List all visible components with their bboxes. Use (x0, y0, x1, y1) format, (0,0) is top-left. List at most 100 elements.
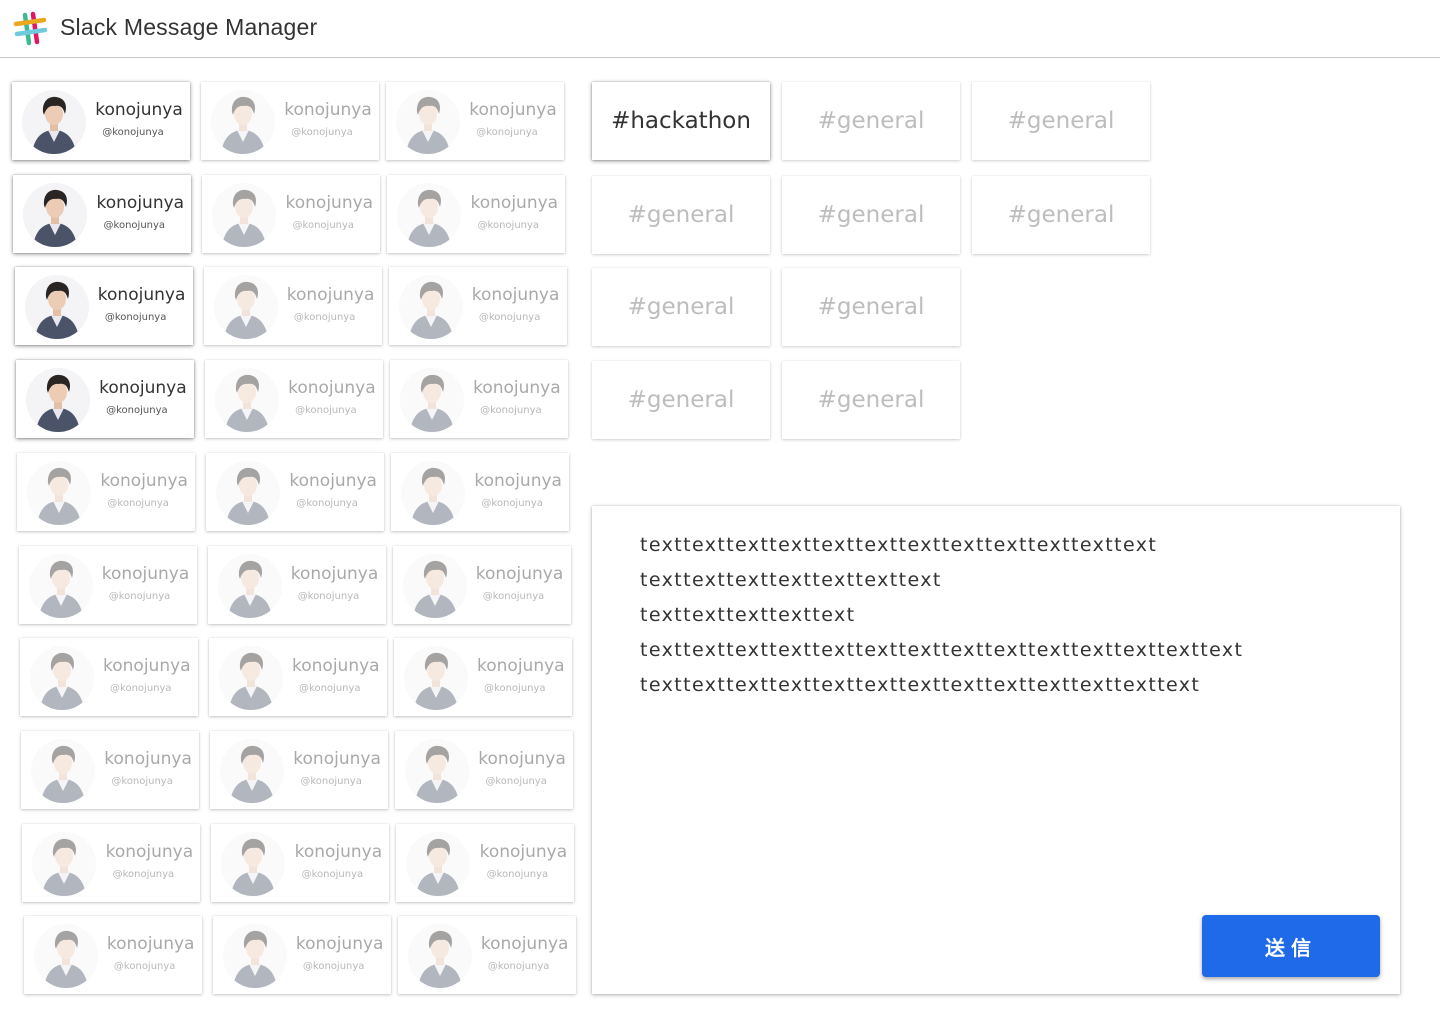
user-name: konojunya (105, 841, 194, 862)
user-card[interactable]: konojunya @konojunya (392, 545, 571, 624)
user-card[interactable]: konojunya @konojunya (396, 823, 575, 902)
user-handle: @konojunya (480, 405, 542, 417)
user-handle: @konojunya (296, 497, 358, 509)
user-name: konojunya (288, 378, 376, 399)
user-card[interactable]: konojunya @konojunya (207, 545, 386, 624)
user-name: konojunya (293, 748, 381, 769)
user-handle: @konojunya (293, 312, 356, 324)
user-handle: @konojunya (292, 219, 355, 231)
user-card[interactable]: konojunya @konojunya (21, 730, 200, 809)
user-card[interactable]: konojunya @konojunya (202, 174, 381, 253)
channel-card[interactable]: #general (782, 268, 960, 346)
avatar (22, 90, 86, 154)
user-name: konojunya (290, 563, 379, 584)
user-handle: @konojunya (297, 590, 360, 602)
user-name: konojunya (289, 470, 377, 491)
user-name: konojunya (295, 934, 384, 955)
user-card[interactable]: konojunya @konojunya (203, 267, 382, 346)
user-handle: @konojunya (108, 590, 171, 602)
user-card[interactable]: konojunya @konojunya (389, 360, 568, 439)
message-input[interactable]: texttexttexttexttexttexttexttexttexttext… (640, 528, 1370, 703)
avatar (407, 924, 472, 989)
channel-card[interactable]: #general (592, 268, 770, 346)
user-card[interactable]: konojunya @konojunya (391, 452, 570, 531)
user-card[interactable]: konojunya @konojunya (397, 916, 576, 995)
user-card[interactable]: konojunya @konojunya (19, 638, 198, 717)
channel-card[interactable]: #general (782, 176, 960, 254)
user-card[interactable]: konojunya @konojunya (210, 730, 389, 809)
user-card[interactable]: konojunya @konojunya (204, 360, 383, 439)
channel-card[interactable]: #general (972, 82, 1150, 160)
channel-card[interactable]: #general (782, 82, 960, 160)
user-card[interactable]: konojunya @konojunya (18, 545, 197, 624)
avatar (216, 460, 281, 525)
user-name: konojunya (479, 841, 568, 862)
user-card[interactable]: konojunya @konojunya (393, 638, 572, 717)
user-name: konojunya (292, 656, 380, 677)
avatar (401, 460, 466, 525)
user-handle: @konojunya (481, 497, 543, 509)
user-name: konojunya (475, 563, 564, 584)
slack-logo-icon (13, 11, 48, 46)
user-name: konojunya (469, 100, 557, 120)
user-name: konojunya (99, 378, 187, 399)
avatar (402, 553, 467, 618)
user-name: konojunya (101, 563, 190, 584)
avatar (212, 182, 277, 247)
user-name: konojunya (103, 656, 191, 677)
user-name: konojunya (474, 470, 562, 491)
send-button[interactable]: 送信 (1202, 915, 1380, 977)
user-card[interactable]: konojunya @konojunya (208, 638, 387, 717)
user-handle: @konojunya (110, 683, 172, 695)
user-card[interactable]: konojunya @konojunya (13, 174, 192, 253)
user-name: konojunya (294, 841, 383, 862)
user-handle: @konojunya (104, 312, 167, 324)
user-name: konojunya (285, 192, 374, 213)
user-card[interactable]: konojunya @konojunya (388, 267, 567, 346)
avatar (403, 646, 468, 711)
user-card[interactable]: konojunya @konojunya (15, 360, 194, 439)
user-card[interactable]: konojunya @konojunya (12, 82, 190, 160)
user-handle: @konojunya (107, 497, 169, 509)
user-handle: @konojunya (487, 961, 550, 973)
user-card[interactable]: konojunya @konojunya (206, 452, 385, 531)
user-name: konojunya (471, 285, 560, 306)
user-card[interactable]: konojunya @konojunya (211, 823, 390, 902)
avatar (32, 831, 97, 896)
avatar (399, 368, 464, 433)
user-card[interactable]: konojunya @konojunya (201, 82, 379, 160)
user-handle: @konojunya (302, 961, 365, 973)
user-card[interactable]: konojunya @konojunya (387, 174, 566, 253)
channel-card[interactable]: #general (592, 176, 770, 254)
avatar (405, 738, 470, 803)
user-name: konojunya (284, 100, 372, 120)
user-card[interactable]: konojunya @konojunya (14, 267, 193, 346)
user-handle: @konojunya (111, 775, 173, 787)
user-handle: @konojunya (299, 683, 361, 695)
user-handle: @konojunya (112, 868, 175, 880)
user-name: konojunya (470, 192, 559, 213)
avatar (27, 460, 92, 525)
app-header: Slack Message Manager (0, 0, 1440, 58)
message-composer: texttexttexttexttexttexttexttexttexttext… (592, 506, 1400, 994)
user-name: konojunya (97, 285, 186, 306)
avatar (397, 182, 462, 247)
user-card[interactable]: konojunya @konojunya (23, 916, 202, 995)
avatar (220, 738, 285, 803)
user-card[interactable]: konojunya @konojunya (395, 730, 574, 809)
channel-card[interactable]: #general (782, 361, 960, 439)
user-card[interactable]: konojunya @konojunya (386, 82, 564, 160)
avatar (217, 553, 282, 618)
user-card[interactable]: konojunya @konojunya (212, 916, 391, 995)
channel-card[interactable]: #hackathon (592, 82, 770, 160)
avatar (31, 738, 96, 803)
channel-card[interactable]: #general (592, 361, 770, 439)
avatar (23, 182, 88, 247)
user-card[interactable]: konojunya @konojunya (17, 452, 196, 531)
user-card[interactable]: konojunya @konojunya (22, 823, 201, 902)
user-name: konojunya (478, 748, 566, 769)
channel-card[interactable]: #general (972, 176, 1150, 254)
user-handle: @konojunya (103, 219, 166, 231)
user-name: konojunya (95, 100, 183, 120)
avatar (29, 646, 94, 711)
